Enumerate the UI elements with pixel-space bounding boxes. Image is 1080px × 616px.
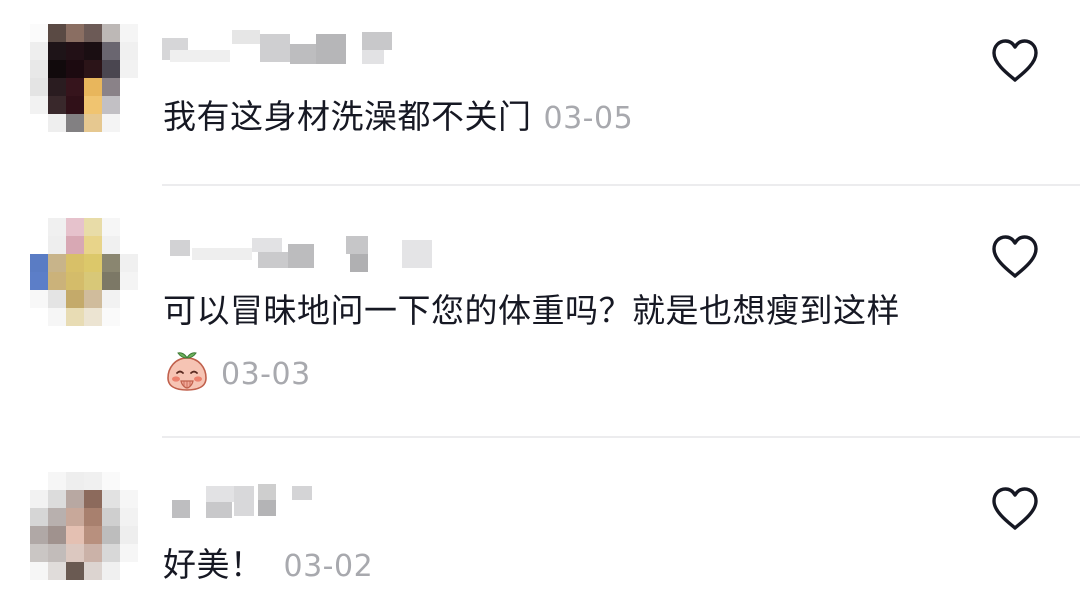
divider xyxy=(162,184,1080,186)
avatar[interactable] xyxy=(30,218,138,326)
heart-outline-icon[interactable] xyxy=(990,38,1040,84)
comment-date: 03-03 xyxy=(221,357,311,392)
shy-peach-emoji xyxy=(165,348,209,392)
avatar[interactable] xyxy=(30,24,138,132)
heart-outline-icon[interactable] xyxy=(990,234,1040,280)
username-blurred[interactable] xyxy=(162,234,432,272)
like-button[interactable] xyxy=(990,38,1040,84)
username-blurred[interactable] xyxy=(162,484,422,518)
comment-date: 03-02 xyxy=(283,549,374,584)
comment-body: 好美！ xyxy=(163,545,264,584)
comment-text: 好美！ 03-02 xyxy=(163,534,943,598)
comment-body: 我有这身材洗澡都不关门 xyxy=(163,97,532,136)
username-blurred[interactable] xyxy=(162,30,422,64)
like-button[interactable] xyxy=(990,486,1040,532)
comment-text: 可以冒昧地问一下您的体重吗？就是也想瘦到这样 03-03 xyxy=(163,280,943,406)
comment-date: 03-05 xyxy=(543,101,634,136)
heart-outline-icon[interactable] xyxy=(990,486,1040,532)
comment-body: 可以冒昧地问一下您的体重吗？就是也想瘦到这样 xyxy=(163,291,900,330)
avatar[interactable] xyxy=(30,472,138,580)
comment-text: 我有这身材洗澡都不关门 03-05 xyxy=(163,86,943,150)
divider xyxy=(162,436,1080,438)
like-button[interactable] xyxy=(990,234,1040,280)
